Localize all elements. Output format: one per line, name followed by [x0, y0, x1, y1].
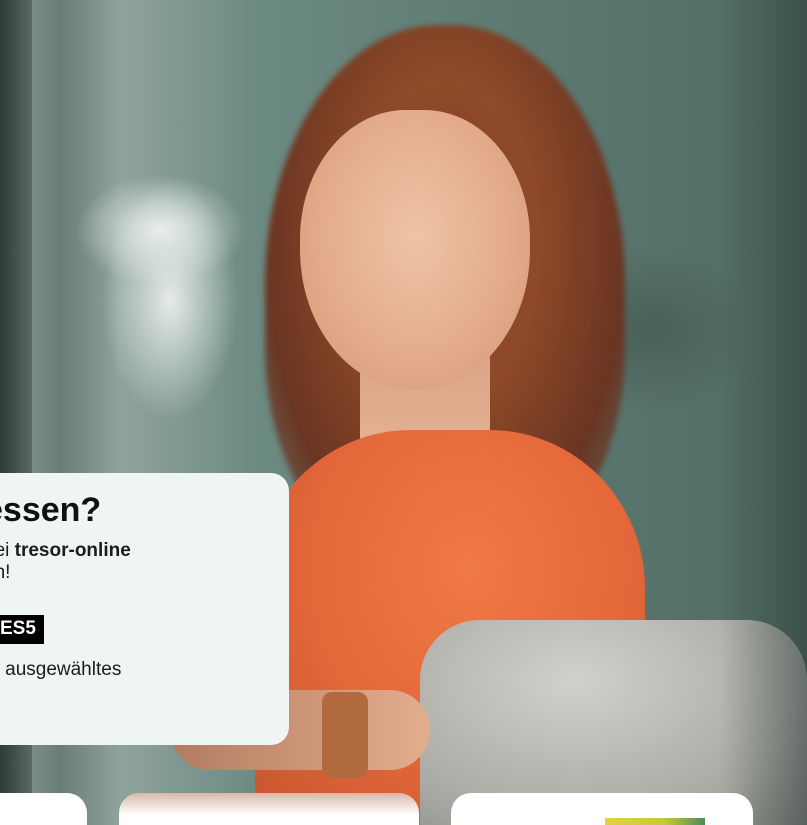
- hero-banner: essen? bei tresor-online en! ES5 uf ausg…: [0, 0, 807, 825]
- wrist-watch: [322, 692, 368, 778]
- product-card-2[interactable]: [119, 793, 419, 825]
- woman-face: [300, 110, 530, 390]
- promo-text-prefix: bei: [0, 540, 10, 561]
- product-card-1[interactable]: [0, 793, 87, 825]
- promo-brand-name: tresor-online: [14, 540, 131, 561]
- voucher-code-badge: ES5: [0, 615, 44, 644]
- product-thumbnail: [605, 818, 705, 825]
- product-card-3[interactable]: [451, 793, 753, 825]
- promo-text-line-1: bei tresor-online: [0, 540, 131, 562]
- promo-note: uf ausgewähltes: [0, 659, 122, 680]
- photo-shadow: [720, 0, 807, 825]
- promo-text-line-2: en!: [0, 562, 11, 583]
- promo-card[interactable]: essen? bei tresor-online en! ES5 uf ausg…: [0, 473, 289, 745]
- promo-headline: essen?: [0, 491, 102, 529]
